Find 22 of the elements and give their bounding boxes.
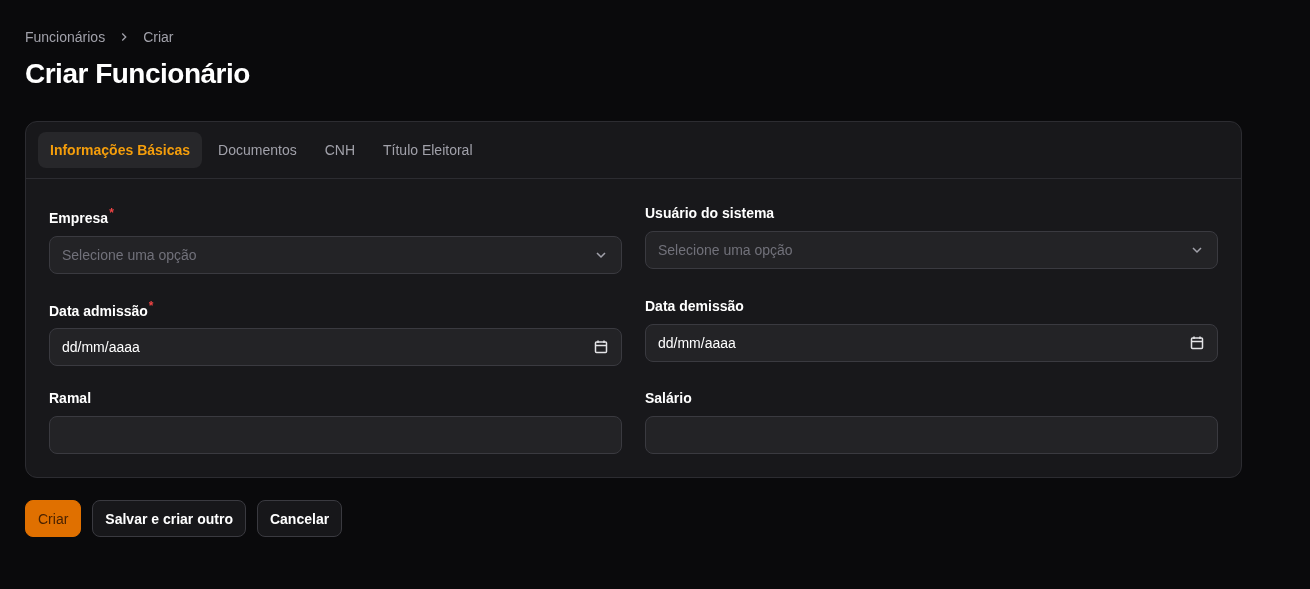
breadcrumb-link[interactable]: Criar <box>143 29 174 45</box>
date-field[interactable]: dd/mm/aaaa <box>645 323 1218 362</box>
create-button[interactable]: Criar <box>25 500 82 538</box>
page-title: Criar Funcionário <box>25 58 251 90</box>
field-label: Data admissão$^{*}$ <box>49 297 155 321</box>
tab[interactable]: CNH <box>312 132 367 168</box>
tab[interactable]: Informações Básicas <box>38 132 203 168</box>
input-field[interactable] <box>49 416 622 455</box>
field-label: Empresa$^{*}$ <box>49 205 115 228</box>
field-label: Ramal <box>49 389 93 409</box>
form-button[interactable]: Cancelar <box>256 500 343 538</box>
breadcrumb-link[interactable]: Funcionários <box>25 29 106 45</box>
tab[interactable]: Documentos <box>206 132 309 168</box>
input-field[interactable] <box>645 416 1218 455</box>
calendar-icon <box>1189 334 1205 351</box>
tab[interactable]: Título Eleitoral <box>371 132 485 168</box>
calendar-icon <box>593 339 609 356</box>
date-field[interactable]: dd/mm/aaaa <box>49 328 622 367</box>
field-label: Usuário do sistema <box>645 204 776 223</box>
form-button[interactable]: Salvar e criar outro <box>92 500 246 538</box>
field-label: Salário <box>645 389 693 409</box>
field-label: Data demissão <box>645 296 745 316</box>
